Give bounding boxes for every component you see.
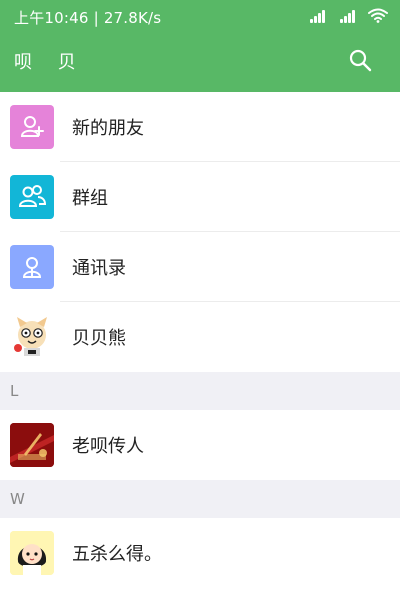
signal-icon: [308, 7, 330, 23]
list-item-label: 贝贝熊: [72, 328, 126, 349]
list-item-wusha-modei[interactable]: 五杀么得。: [0, 518, 400, 588]
list-item-groups[interactable]: 群组: [0, 162, 400, 232]
list-item-label: 通讯录: [72, 258, 126, 279]
avatar: [10, 531, 54, 575]
search-button[interactable]: [344, 46, 376, 78]
app-title: 呗 贝: [14, 52, 86, 73]
list-item-label: 老呗传人: [72, 436, 144, 457]
avatar: [10, 315, 54, 359]
list-item-beibeixiong[interactable]: 贝贝熊: [0, 302, 400, 372]
header: 上午10:46 | 27.8K/s 呗 贝: [0, 0, 400, 92]
list-item-new-friends[interactable]: 新的朋友: [0, 92, 400, 162]
contacts-list: 新的朋友 群组 通讯录 贝贝熊 L 老呗传人 W 五杀么得。: [0, 92, 400, 588]
status-bar: 上午10:46 | 27.8K/s: [0, 0, 400, 32]
status-time-speed: 上午10:46 | 27.8K/s: [14, 9, 162, 27]
section-header-w: W: [0, 480, 400, 518]
list-item-label: 新的朋友: [72, 118, 144, 139]
list-item-label: 五杀么得。: [72, 544, 162, 565]
search-icon: [348, 48, 372, 76]
group-icon: [10, 175, 54, 219]
app-bar: 呗 贝: [0, 32, 400, 92]
list-item-contacts-book[interactable]: 通讯录: [0, 232, 400, 302]
signal-icon: [338, 7, 360, 23]
add-friend-icon: [10, 105, 54, 149]
list-item-label: 群组: [72, 188, 108, 209]
status-icons: [308, 7, 388, 23]
contacts-book-icon: [10, 245, 54, 289]
list-item-laobei-chuanren[interactable]: 老呗传人: [0, 410, 400, 480]
wifi-icon: [368, 7, 388, 23]
section-header-l: L: [0, 372, 400, 410]
avatar: [10, 423, 54, 467]
